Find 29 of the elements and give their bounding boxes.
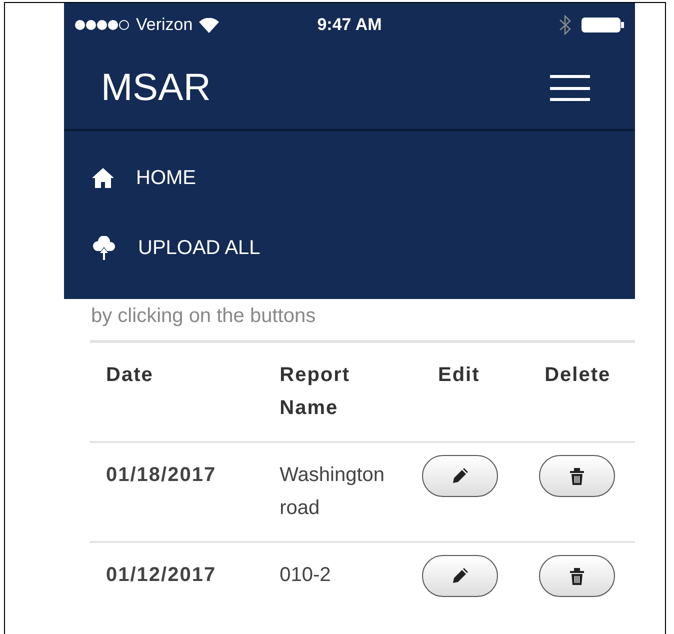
column-header: Date	[90, 342, 264, 442]
menu-item[interactable]: HOME	[64, 143, 635, 213]
bluetooth-icon	[559, 15, 571, 35]
cloud-upload-icon	[92, 236, 116, 260]
column-header: Report Name	[264, 342, 422, 442]
edit-button[interactable]	[422, 455, 498, 497]
menu-icon[interactable]	[550, 75, 590, 101]
battery-icon	[581, 17, 625, 33]
status-time: 9:47 AM	[317, 15, 382, 35]
delete-button[interactable]	[538, 455, 615, 497]
report-name-cell: 010-2	[264, 542, 422, 608]
edit-button[interactable]	[422, 555, 498, 597]
trash-icon	[570, 568, 584, 584]
date-cell: 01/18/2017	[90, 442, 264, 542]
carrier-name: Verizon	[136, 15, 193, 35]
home-icon	[92, 168, 114, 188]
app-title: MSAR	[101, 66, 211, 110]
delete-button[interactable]	[538, 555, 615, 597]
column-header: Edit	[422, 342, 529, 442]
pencil-icon	[452, 468, 468, 484]
column-header: Delete	[528, 342, 635, 442]
wifi-icon	[198, 18, 219, 32]
report-name-cell: Washington road	[264, 442, 422, 542]
intro-text: by clicking on the buttons	[90, 304, 317, 329]
pencil-icon	[452, 568, 468, 584]
signal-icon	[74, 19, 130, 31]
menu-item[interactable]: UPLOAD ALL	[64, 213, 635, 283]
trash-icon	[570, 468, 584, 484]
date-cell: 01/12/2017	[90, 542, 264, 608]
